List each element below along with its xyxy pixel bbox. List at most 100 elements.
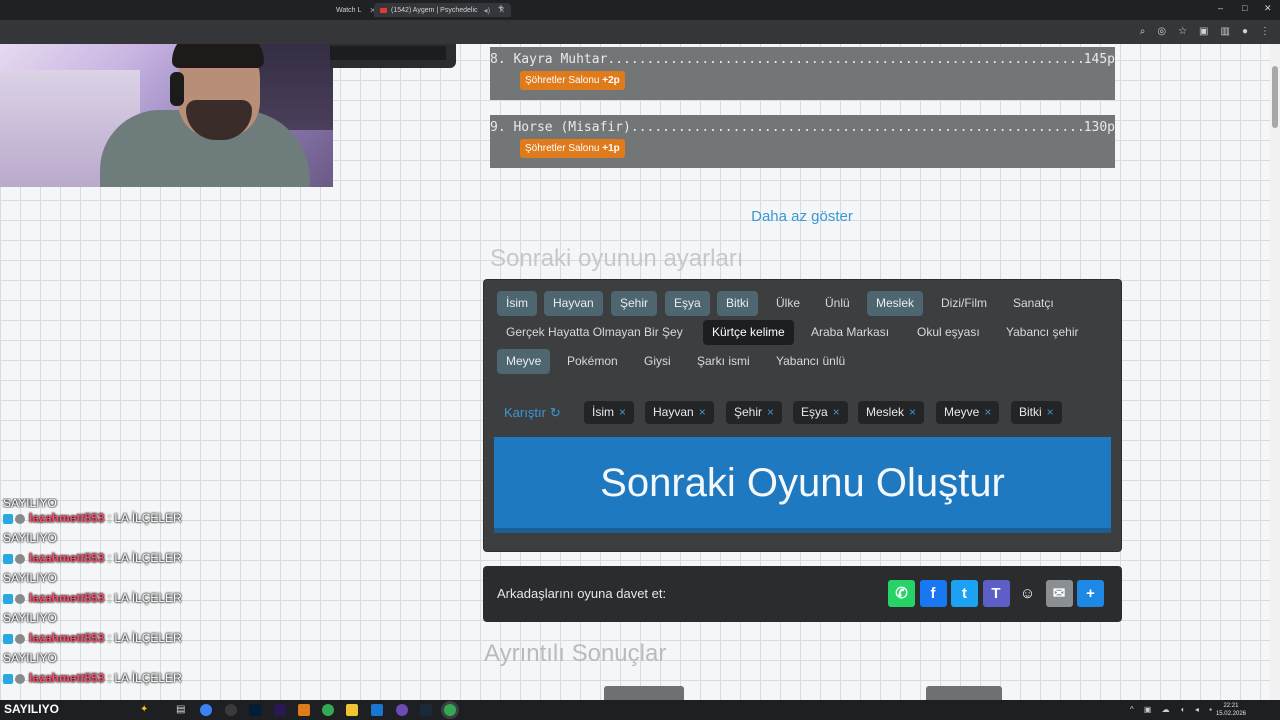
- ranking-text: 9. Horse (Misafir)......................…: [490, 120, 1085, 135]
- category-chip[interactable]: Hayvan: [544, 291, 603, 316]
- remove-tag-icon[interactable]: ×: [984, 405, 991, 419]
- tag-label: Şehir: [734, 405, 763, 419]
- facebook-icon[interactable]: f: [919, 580, 947, 607]
- category-chip[interactable]: Pokémon: [558, 349, 627, 374]
- category-chip[interactable]: Meslek: [867, 291, 924, 316]
- app-icon[interactable]: [371, 704, 383, 716]
- selected-category-tag: Meyve ×: [936, 401, 1000, 424]
- chat-continuation: SAYILIYO: [3, 571, 57, 585]
- remove-tag-icon[interactable]: ×: [699, 405, 706, 419]
- chat-username: lazahmett553: [29, 631, 105, 645]
- badge-icon: [15, 633, 25, 644]
- maximize-button[interactable]: □: [1242, 3, 1247, 13]
- audio-icon[interactable]: ◂): [484, 6, 491, 15]
- folder-icon[interactable]: [346, 704, 358, 716]
- extensions-icon[interactable]: ▣: [1199, 26, 1208, 37]
- result-card-peek: [604, 686, 684, 700]
- edge-icon[interactable]: [200, 704, 212, 716]
- platform-icon: [3, 673, 13, 684]
- create-next-game-button[interactable]: Sonraki Oyunu Oluştur: [494, 437, 1111, 533]
- category-chip[interactable]: Bitki: [717, 291, 758, 316]
- headphones: [170, 72, 184, 106]
- category-chip[interactable]: Araba Markası: [802, 320, 898, 345]
- eye-off-icon[interactable]: ◎: [1157, 26, 1166, 37]
- start-icon[interactable]: ▤: [176, 704, 188, 716]
- remove-tag-icon[interactable]: ×: [1047, 405, 1054, 419]
- system-tray[interactable]: ^ ▣ ☁ ◖ ◂ ▪: [1130, 705, 1216, 714]
- category-chip[interactable]: Giysi: [635, 349, 680, 374]
- sparkle-icon: ✦: [140, 704, 149, 715]
- discord-icon[interactable]: [396, 704, 408, 716]
- steam-icon[interactable]: [420, 704, 432, 716]
- category-chip[interactable]: Yabancı şehir: [997, 320, 1088, 345]
- hall-of-fame-badge: Şöhretler Salonu +1p: [520, 139, 625, 158]
- ranking-points: 130p: [1081, 120, 1115, 135]
- badge-icon: [15, 673, 25, 684]
- badge-label: Şöhretler Salonu: [525, 75, 600, 86]
- category-chip[interactable]: Şehir: [611, 291, 658, 316]
- category-chip[interactable]: İsim: [497, 291, 537, 316]
- chat-continuation: SAYILIYO: [3, 531, 57, 545]
- browser-tab-bar: Watch L ✕ (1542) Aygem | Psychedelic ◂) …: [0, 0, 1280, 20]
- category-chip[interactable]: Ünlü: [816, 291, 859, 316]
- category-chip[interactable]: Eşya: [665, 291, 710, 316]
- app-icon[interactable]: [225, 704, 237, 716]
- stream-chat-overlay: SAYILIYO lazahmett553 : LA İLÇELER SAYILI…: [0, 498, 330, 688]
- profile-icon[interactable]: ●: [1242, 26, 1248, 37]
- taskbar-ticker: SAYILIYO: [4, 702, 59, 716]
- chrome-icon[interactable]: [322, 704, 334, 716]
- app-icon[interactable]: [298, 704, 310, 716]
- page-scrollbar[interactable]: [1270, 44, 1280, 700]
- share-plus-icon[interactable]: +: [1077, 580, 1104, 607]
- twitter-icon[interactable]: t: [951, 580, 978, 607]
- close-window-button[interactable]: ✕: [1264, 3, 1272, 14]
- browser-tab[interactable]: (1542) Aygem | Psychedelic ◂) ✕: [374, 3, 511, 17]
- category-chip[interactable]: Dizi/Film: [932, 291, 996, 316]
- shuffle-button[interactable]: Karıştır ↻: [504, 405, 561, 421]
- page-header-strip: [330, 44, 456, 68]
- category-chip[interactable]: Ülke: [767, 291, 809, 316]
- minimize-button[interactable]: –: [1218, 3, 1223, 13]
- clock-time: 22:21: [1223, 703, 1239, 709]
- youtube-icon: [380, 7, 387, 13]
- email-icon[interactable]: ✉: [1045, 580, 1073, 607]
- category-chip[interactable]: Yabancı ünlü: [767, 349, 854, 374]
- new-tab-button[interactable]: +: [498, 3, 504, 14]
- refresh-icon: ↻: [549, 405, 561, 420]
- teams-icon[interactable]: T: [982, 580, 1010, 607]
- chat-message: lazahmett553 : LA İLÇELER: [0, 508, 330, 528]
- show-less-link[interactable]: Daha az göster: [700, 208, 904, 225]
- sidebar-icon[interactable]: ▥: [1221, 26, 1230, 37]
- category-chip[interactable]: Sanatçı: [1004, 291, 1063, 316]
- premiere-icon[interactable]: [274, 704, 286, 716]
- tag-label: İsim: [592, 405, 614, 419]
- category-chip[interactable]: Şarkı ismi: [688, 349, 759, 374]
- invite-card: Arkadaşlarını oyuna davet et: ✆ f t T ☺ ✉ +: [483, 566, 1122, 622]
- category-chip[interactable]: Okul eşyası: [908, 320, 989, 345]
- category-chip[interactable]: Meyve: [497, 349, 551, 374]
- header-strip-inner: [330, 46, 446, 60]
- remove-tag-icon[interactable]: ×: [767, 405, 774, 419]
- scrollbar-thumb[interactable]: [1272, 66, 1278, 128]
- ranking-row: 8. Kayra Muhtar.........................…: [490, 47, 1115, 100]
- remove-tag-icon[interactable]: ×: [619, 405, 626, 419]
- zoom-icon[interactable]: ⌕: [1140, 26, 1146, 37]
- menu-icon[interactable]: ⋮: [1260, 26, 1270, 37]
- badge-icon: [15, 593, 25, 604]
- chat-text: : LA İLÇELER: [107, 511, 182, 525]
- category-chip[interactable]: Gerçek Hayatta Olmayan Bir Şey: [497, 320, 692, 345]
- chrome-icon[interactable]: [444, 704, 456, 716]
- remove-tag-icon[interactable]: ×: [909, 405, 916, 419]
- photoshop-icon[interactable]: [249, 704, 261, 716]
- remove-tag-icon[interactable]: ×: [833, 405, 840, 419]
- hall-of-fame-badge: Şöhretler Salonu +2p: [520, 71, 625, 90]
- bookmark-star-icon[interactable]: ☆: [1178, 26, 1187, 37]
- snapchat-icon[interactable]: ☺: [1014, 580, 1041, 607]
- toolbar-icons: ⌕ ◎ ☆ ▣ ▥ ● ⋮: [1140, 26, 1270, 37]
- chat-username: lazahmett553: [29, 671, 105, 685]
- badge-icon: [15, 513, 25, 524]
- badge-icon: [15, 553, 25, 564]
- category-chip[interactable]: Kürtçe kelime: [703, 320, 794, 345]
- chat-messages: lazahmett553 : LA İLÇELER SAYILIYO lazahme…: [0, 508, 330, 688]
- whatsapp-icon[interactable]: ✆: [888, 580, 915, 607]
